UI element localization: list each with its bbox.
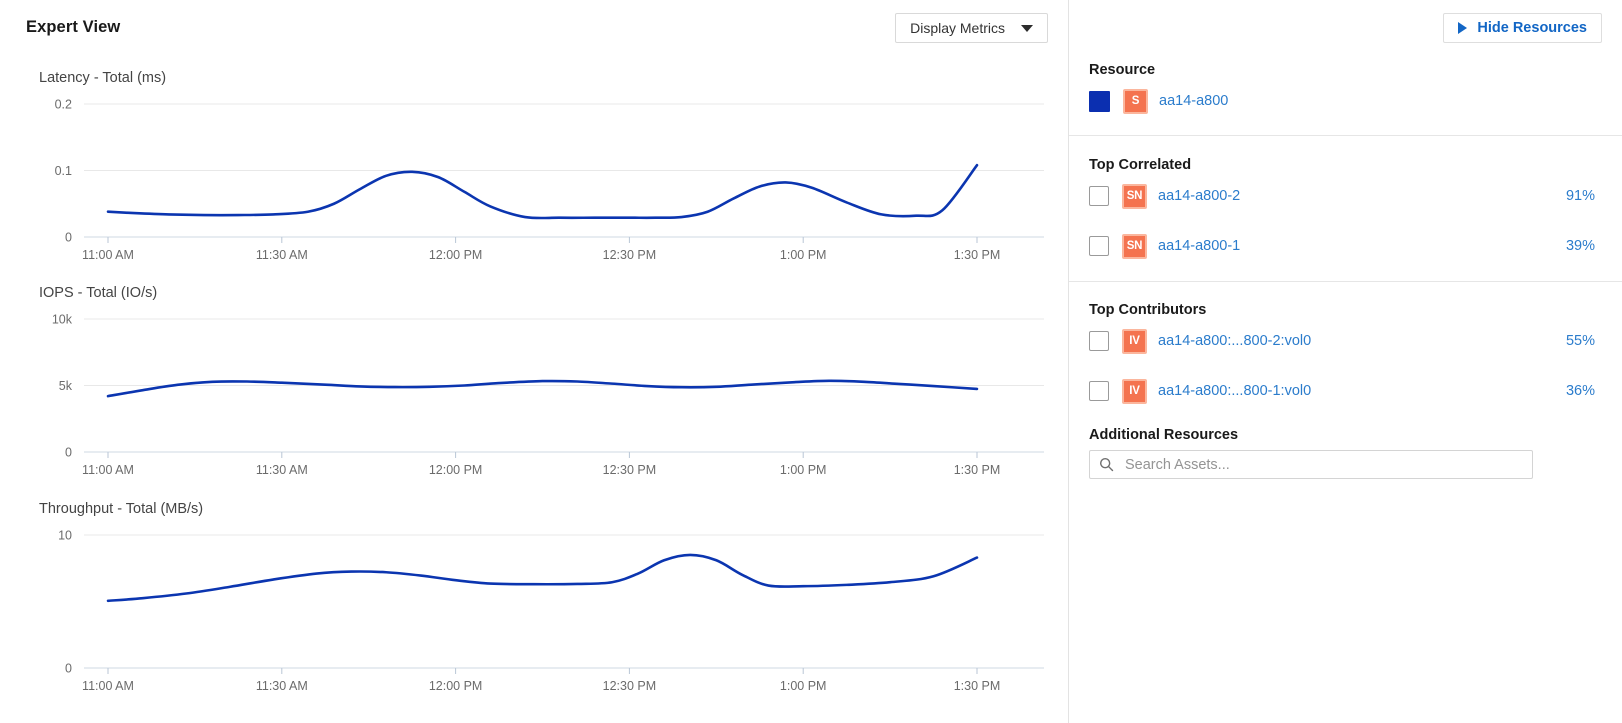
- resource-row[interactable]: S aa14-a800: [1089, 88, 1603, 114]
- hide-resources-button[interactable]: Hide Resources: [1443, 13, 1602, 43]
- page-title: Expert View: [26, 18, 120, 37]
- resource-name-link[interactable]: aa14-a800: [1159, 93, 1228, 109]
- resource-heading: Resource: [1089, 62, 1155, 78]
- series-line: [108, 165, 977, 218]
- y-axis-tick-label: 0: [65, 662, 72, 676]
- x-axis-tick-label: 12:00 PM: [429, 248, 483, 262]
- x-axis-tick-label: 11:00 AM: [82, 248, 134, 262]
- row-checkbox[interactable]: [1089, 381, 1109, 401]
- correlation-percent: 39%: [1566, 238, 1603, 254]
- x-axis-tick-label: 12:30 PM: [603, 248, 657, 262]
- resource-name-link[interactable]: aa14-a800-2: [1158, 188, 1240, 204]
- list-item[interactable]: SN aa14-a800-1 39%: [1089, 233, 1603, 259]
- chart-latency-plot: 0 0.1 0.2 11:00 AM 11:30 AM 12:00 PM 12:30 PM 1…: [0, 92, 1068, 277]
- search-assets-input[interactable]: [1123, 451, 1523, 478]
- chart-throughput-plot: 0 10 11:00 AM 11:30 AM 12:00 PM 12:30 PM 1:00 …: [0, 523, 1068, 708]
- x-axis-tick-label: 11:30 AM: [256, 248, 308, 262]
- top-contributors-heading: Top Contributors: [1089, 302, 1206, 318]
- x-axis-tick-label: 11:30 AM: [256, 679, 308, 693]
- series-line: [108, 555, 977, 601]
- section-divider: [1069, 135, 1622, 136]
- resources-panel: Hide Resources Resource S aa14-a800 Top …: [1068, 0, 1622, 723]
- chart-iops-plot: 0 5k 10k 11:00 AM 11:30 AM 12:00 PM 12:30 PM 1:…: [0, 307, 1068, 492]
- x-axis-tick-label: 1:30 PM: [954, 679, 1001, 693]
- y-axis-tick-label: 5k: [59, 379, 73, 393]
- resource-type-badge: IV: [1122, 329, 1147, 354]
- resource-type-badge: SN: [1122, 184, 1147, 209]
- y-axis-tick-label: 10k: [52, 313, 73, 327]
- x-axis-tick-label: 12:30 PM: [603, 463, 657, 477]
- chart-title: IOPS - Total (IO/s): [39, 285, 157, 301]
- x-axis-tick-label: 11:30 AM: [256, 463, 308, 477]
- row-checkbox[interactable]: [1089, 331, 1109, 351]
- expert-view-page: Expert View Display Metrics Latency - To…: [0, 0, 1622, 723]
- resource-type-badge: S: [1123, 89, 1148, 114]
- resource-name-link[interactable]: aa14-a800:...800-1:vol0: [1158, 383, 1311, 399]
- y-axis-tick-label: 0: [65, 446, 72, 460]
- resource-type-badge: SN: [1122, 234, 1147, 259]
- y-axis-tick-label: 0.1: [55, 164, 72, 178]
- list-item[interactable]: SN aa14-a800-2 91%: [1089, 183, 1603, 209]
- search-assets-box[interactable]: [1089, 450, 1533, 479]
- hide-resources-label: Hide Resources: [1477, 20, 1587, 36]
- list-item[interactable]: IV aa14-a800:...800-1:vol0 36%: [1089, 378, 1603, 404]
- x-axis-tick-label: 1:00 PM: [780, 248, 827, 262]
- list-item[interactable]: IV aa14-a800:...800-2:vol0 55%: [1089, 328, 1603, 354]
- series-line: [108, 381, 977, 396]
- resource-name-link[interactable]: aa14-a800-1: [1158, 238, 1240, 254]
- x-axis-tick-label: 12:00 PM: [429, 679, 483, 693]
- resource-type-badge: IV: [1122, 379, 1147, 404]
- triangle-right-icon: [1458, 22, 1467, 34]
- charts-panel: Expert View Display Metrics Latency - To…: [0, 0, 1068, 723]
- y-axis-tick-label: 0.2: [55, 98, 72, 112]
- x-axis-tick-label: 12:30 PM: [603, 679, 657, 693]
- series-color-swatch: [1089, 91, 1110, 112]
- x-axis-tick-label: 11:00 AM: [82, 463, 134, 477]
- search-icon: [1099, 457, 1114, 472]
- display-metrics-button[interactable]: Display Metrics: [895, 13, 1048, 43]
- x-axis-tick-label: 1:00 PM: [780, 679, 827, 693]
- x-axis-tick-label: 1:30 PM: [954, 248, 1001, 262]
- charts-header: Expert View Display Metrics: [0, 0, 1068, 58]
- chevron-down-icon: [1021, 25, 1033, 32]
- x-axis-tick-label: 1:30 PM: [954, 463, 1001, 477]
- top-correlated-heading: Top Correlated: [1089, 157, 1191, 173]
- row-checkbox[interactable]: [1089, 236, 1109, 256]
- x-axis-tick-label: 12:00 PM: [429, 463, 483, 477]
- chart-title: Throughput - Total (MB/s): [39, 501, 203, 517]
- additional-resources-heading: Additional Resources: [1089, 427, 1238, 443]
- contribution-percent: 55%: [1566, 333, 1603, 349]
- correlation-percent: 91%: [1566, 188, 1603, 204]
- x-axis-tick-label: 11:00 AM: [82, 679, 134, 693]
- resource-name-link[interactable]: aa14-a800:...800-2:vol0: [1158, 333, 1311, 349]
- y-axis-tick-label: 0: [65, 231, 72, 245]
- x-axis-tick-label: 1:00 PM: [780, 463, 827, 477]
- display-metrics-label: Display Metrics: [910, 20, 1005, 36]
- contribution-percent: 36%: [1566, 383, 1603, 399]
- row-checkbox[interactable]: [1089, 186, 1109, 206]
- chart-title: Latency - Total (ms): [39, 70, 166, 86]
- section-divider: [1069, 281, 1622, 282]
- y-axis-tick-label: 10: [58, 529, 72, 543]
